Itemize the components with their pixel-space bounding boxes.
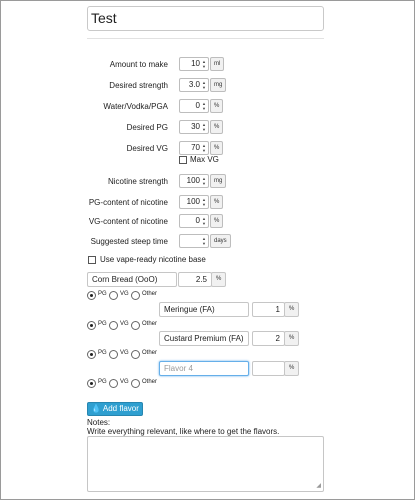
resize-handle-icon[interactable]: ◢ — [316, 482, 321, 489]
vg-input[interactable]: 70 ▲ ▼ — [179, 141, 209, 155]
flavor-2-vg-radio[interactable] — [109, 321, 118, 330]
pg-unit: % — [210, 120, 224, 134]
flavor-1-pg-label: PG — [98, 291, 107, 297]
flavor-3-pg-label: PG — [98, 350, 107, 356]
flavor-3-pg-radio[interactable] — [87, 350, 96, 359]
flavor-2-pg-radio[interactable] — [87, 321, 96, 330]
flavor-1-pg-radio[interactable] — [87, 291, 96, 300]
nicotine-strength-input[interactable]: 100 ▲ ▼ — [179, 174, 209, 188]
flavor-4-other-radio[interactable] — [131, 379, 140, 388]
flavor-2-vg-label: VG — [120, 321, 129, 327]
flavor-3-unit: % — [284, 331, 300, 346]
flavor-3-vg-label: VG — [120, 350, 129, 356]
flavor-4-name-input[interactable]: Flavor 4 — [159, 361, 249, 376]
flavor-1-percent-input[interactable]: 2.5 — [178, 272, 212, 287]
nicotine-strength-unit: mg — [210, 174, 227, 188]
pg-label: Desired PG — [126, 123, 168, 132]
droplet-icon: 💧 — [91, 404, 102, 413]
flavor-4-unit: % — [284, 361, 300, 376]
water-unit: % — [210, 99, 224, 113]
flavor-2-other-radio[interactable] — [131, 321, 140, 330]
flavor-4-pg-radio[interactable] — [87, 379, 96, 388]
amount-label: Amount to make — [109, 60, 168, 69]
flavor-3-vg-radio[interactable] — [109, 350, 118, 359]
flavor-4-pg-label: PG — [98, 379, 107, 385]
flavor-4-percent-input[interactable] — [252, 361, 285, 376]
flavor-2-other-label: Other — [142, 321, 158, 327]
flavor-1-unit: % — [211, 272, 227, 287]
flavor-1-other-label: Other — [142, 291, 158, 297]
water-input[interactable]: 0 ▲ ▼ — [179, 99, 209, 113]
flavor-3-name-input[interactable]: Custard Premium (FA) — [159, 331, 249, 346]
flavor-2-percent-input[interactable]: 1 — [252, 302, 285, 317]
flavor-1-other-radio[interactable] — [131, 291, 140, 300]
water-label: Water/Vodka/PGA — [103, 102, 168, 111]
vg-unit: % — [210, 141, 224, 155]
flavor-1-vg-label: VG — [120, 291, 129, 297]
notes-hint: Write everything relevant, like where to… — [87, 427, 280, 436]
pg-content-label: PG-content of nicotine — [88, 198, 168, 207]
add-flavor-button[interactable]: 💧 Add flavor — [87, 402, 143, 416]
divider — [87, 38, 324, 39]
spinner-icon[interactable]: ▲ ▼ — [201, 176, 207, 186]
spinner-icon[interactable]: ▲ ▼ — [201, 216, 207, 226]
steep-time-unit: days — [210, 234, 231, 248]
flavor-4-vg-radio[interactable] — [109, 379, 118, 388]
steep-time-input[interactable]: ▲ ▼ — [179, 234, 209, 248]
flavor-4-vg-label: VG — [120, 379, 129, 385]
vape-ready-checkbox[interactable] — [88, 256, 96, 264]
amount-input[interactable]: 10 ▲ ▼ — [179, 57, 209, 71]
notes-label: Notes: — [87, 418, 111, 427]
flavor-3-other-label: Other — [142, 350, 158, 356]
flavor-3-other-radio[interactable] — [131, 350, 140, 359]
spinner-icon[interactable]: ▲ ▼ — [201, 80, 207, 90]
spinner-icon[interactable]: ▲ ▼ — [201, 143, 207, 153]
notes-textarea[interactable]: ◢ — [87, 436, 324, 492]
steep-time-label: Suggested steep time — [90, 237, 168, 246]
spinner-icon[interactable]: ▲ ▼ — [201, 101, 207, 111]
spinner-icon[interactable]: ▲ ▼ — [201, 236, 207, 246]
pg-input[interactable]: 30 ▲ ▼ — [179, 120, 209, 134]
recipe-form: Test Amount to make 10 ▲ ▼ ml Desired stre… — [0, 0, 415, 500]
nicotine-strength-label: Nicotine strength — [107, 177, 168, 186]
pg-content-input[interactable]: 100 ▲ ▼ — [179, 195, 209, 209]
flavor-2-name-input[interactable]: Meringue (FA) — [159, 302, 249, 317]
pg-content-unit: % — [210, 195, 224, 209]
strength-input[interactable]: 3.0 ▲ ▼ — [179, 78, 209, 92]
flavor-1-vg-radio[interactable] — [109, 291, 118, 300]
add-flavor-label: Add flavor — [102, 404, 139, 413]
vape-ready-label: Use vape-ready nicotine base — [100, 255, 206, 264]
max-vg-checkbox[interactable] — [179, 156, 187, 164]
vg-content-input[interactable]: 0 ▲ ▼ — [179, 214, 209, 228]
spinner-icon[interactable]: ▲ ▼ — [201, 122, 207, 132]
vg-label: Desired VG — [126, 144, 168, 153]
flavor-2-unit: % — [284, 302, 300, 317]
flavor-2-pg-label: PG — [98, 321, 107, 327]
flavor-3-percent-input[interactable]: 2 — [252, 331, 285, 346]
flavor-4-other-label: Other — [142, 379, 158, 385]
strength-unit: mg — [210, 78, 227, 92]
vg-content-unit: % — [210, 214, 224, 228]
recipe-name-input[interactable]: Test — [87, 6, 324, 31]
amount-unit: ml — [210, 57, 225, 71]
max-vg-label: Max VG — [190, 155, 219, 164]
spinner-icon[interactable]: ▲ ▼ — [201, 59, 207, 69]
vg-content-label: VG-content of nicotine — [88, 217, 168, 226]
flavor-1-name-input[interactable]: Corn Bread (OoO) — [87, 272, 177, 287]
flavor-4-placeholder: Flavor 4 — [164, 364, 193, 373]
spinner-icon[interactable]: ▲ ▼ — [201, 197, 207, 207]
strength-label: Desired strength — [109, 81, 168, 90]
